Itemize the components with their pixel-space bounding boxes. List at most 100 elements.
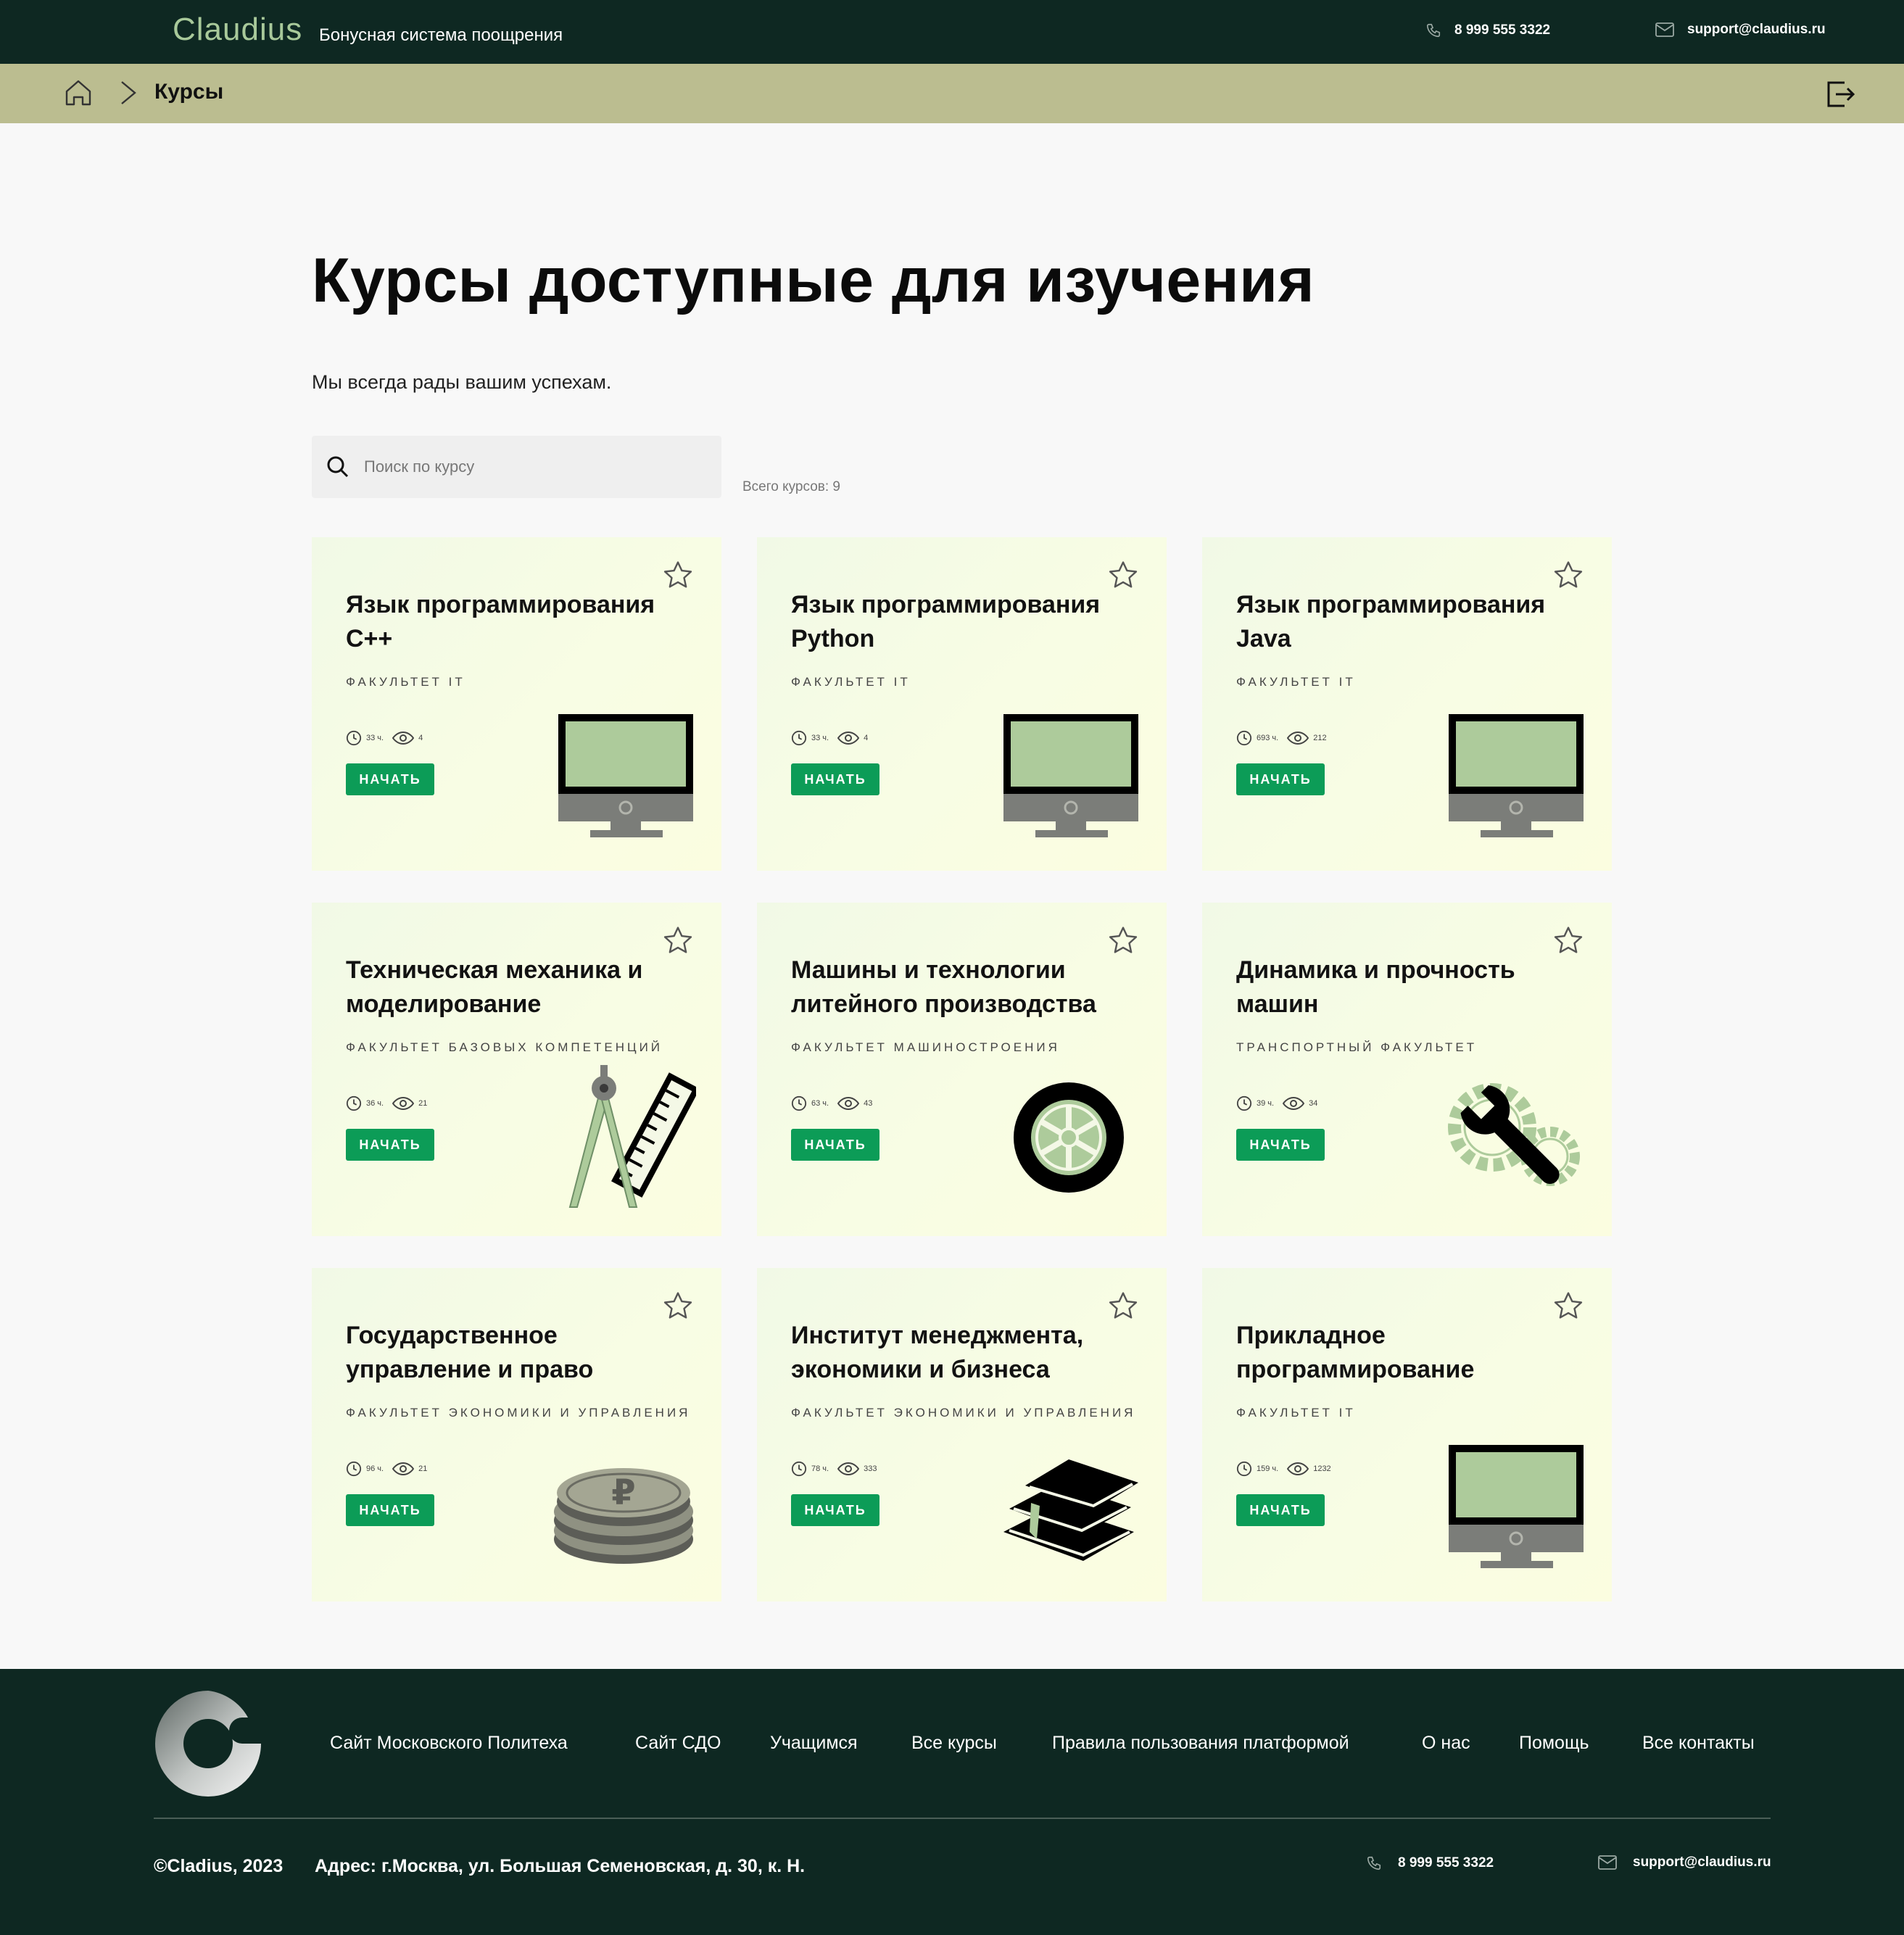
footer-phone[interactable]: 8 999 555 3322	[1366, 1855, 1494, 1872]
logout-icon[interactable]	[1826, 80, 1856, 109]
eye-icon	[1283, 1096, 1305, 1111]
footer-link-help[interactable]: Помощь	[1519, 1733, 1589, 1754]
star-icon[interactable]	[1108, 1291, 1138, 1320]
star-icon[interactable]	[1553, 1291, 1584, 1320]
course-title: Язык программирования Java	[1236, 591, 1546, 652]
star-icon[interactable]	[1108, 560, 1138, 589]
star-icon[interactable]	[1108, 926, 1138, 955]
footer-email-text: support@claudius.ru	[1633, 1855, 1771, 1870]
course-card[interactable]: Язык программирования Python Факультет I…	[757, 537, 1167, 871]
footer-link-contacts[interactable]: Все контакты	[1642, 1733, 1755, 1754]
chevron-right-icon	[121, 81, 136, 104]
footer-link-rules[interactable]: Правила пользования платформой	[1052, 1733, 1349, 1754]
course-card[interactable]: Машины и технологии литейного производст…	[757, 903, 1167, 1236]
course-views: 1232	[1313, 1464, 1331, 1473]
course-views: 34	[1309, 1099, 1318, 1108]
star-icon[interactable]	[663, 1291, 693, 1320]
course-hours: 63 ч.	[811, 1099, 829, 1108]
clock-icon	[791, 1461, 807, 1477]
course-faculty: Факультет экономики и управления	[791, 1406, 1136, 1420]
clock-icon	[1236, 1461, 1252, 1477]
star-icon[interactable]	[1553, 926, 1584, 955]
course-card[interactable]: Язык программирования С++ Факультет IT 3…	[312, 537, 721, 871]
course-hours: 693 ч.	[1257, 734, 1279, 742]
monitor-icon	[996, 700, 1141, 845]
course-faculty: Факультет IT	[1236, 675, 1356, 689]
footer: Сайт Московского Политеха Сайт СДО Учащи…	[0, 1669, 1904, 1935]
books-icon	[996, 1430, 1141, 1575]
search-input[interactable]	[364, 457, 705, 476]
monitor-icon	[1441, 1430, 1586, 1575]
footer-phone-text: 8 999 555 3322	[1398, 1855, 1494, 1870]
clock-icon	[791, 730, 807, 746]
course-views: 333	[864, 1464, 877, 1473]
eye-icon	[1287, 731, 1309, 745]
header-phone-text: 8 999 555 3322	[1454, 22, 1551, 38]
wheel-icon	[996, 1065, 1141, 1210]
eye-icon	[392, 1096, 415, 1111]
header-email-text: support@claudius.ru	[1687, 22, 1826, 37]
monitor-icon	[551, 700, 696, 845]
search-box[interactable]	[312, 436, 721, 498]
eye-icon	[392, 731, 415, 745]
start-course-button[interactable]: НАЧАТЬ	[346, 1494, 434, 1526]
start-course-button[interactable]: НАЧАТЬ	[791, 1129, 879, 1161]
course-card[interactable]: Государственное управление и право Факул…	[312, 1268, 721, 1602]
footer-link-sdo[interactable]: Сайт СДО	[635, 1733, 721, 1754]
footer-link-polytech[interactable]: Сайт Московского Политеха	[330, 1733, 568, 1754]
start-course-button[interactable]: НАЧАТЬ	[346, 763, 434, 795]
compass-ruler-icon	[551, 1065, 696, 1210]
header-email[interactable]: support@claudius.ru	[1655, 22, 1826, 38]
header-phone[interactable]: 8 999 555 3322	[1425, 22, 1550, 39]
phone-icon	[1367, 1856, 1381, 1870]
course-title: Машины и технологии литейного производст…	[791, 956, 1096, 1018]
course-hours: 33 ч.	[366, 734, 384, 742]
course-stats: 159 ч. 1232	[1236, 1461, 1331, 1477]
brand-tagline: Бонусная система поощрения	[319, 25, 563, 45]
course-title: Государственное управление и право	[346, 1322, 594, 1383]
footer-link-all-courses[interactable]: Все курсы	[911, 1733, 997, 1754]
course-card[interactable]: Институт менеджмента, экономики и бизнес…	[757, 1268, 1167, 1602]
course-stats: 36 ч. 21	[346, 1095, 427, 1111]
course-title: Техническая механика и моделирование	[346, 956, 643, 1018]
star-icon[interactable]	[1553, 560, 1584, 589]
footer-email[interactable]: support@claudius.ru	[1598, 1855, 1771, 1870]
course-faculty: Факультет экономики и управления	[346, 1406, 691, 1420]
course-hours: 39 ч.	[1257, 1099, 1275, 1108]
course-stats: 78 ч. 333	[791, 1461, 877, 1477]
breadcrumb: Курсы	[0, 64, 1904, 123]
course-card[interactable]: Динамика и прочность машин Транспортный …	[1202, 903, 1612, 1236]
start-course-button[interactable]: НАЧАТЬ	[791, 763, 879, 795]
home-icon[interactable]	[64, 78, 93, 107]
clock-icon	[1236, 730, 1252, 746]
brand-logo[interactable]: Claudius	[173, 12, 302, 48]
course-stats: 63 ч. 43	[791, 1095, 872, 1111]
page-title: Курсы доступные для изучения	[312, 246, 1315, 315]
course-faculty: Факультет IT	[1236, 1406, 1356, 1420]
course-stats: 39 ч. 34	[1236, 1095, 1317, 1111]
footer-link-about[interactable]: О нас	[1422, 1733, 1470, 1754]
course-card[interactable]: Техническая механика и моделирование Фак…	[312, 903, 721, 1236]
course-faculty: Факультет базовых компетенций	[346, 1040, 663, 1054]
star-icon[interactable]	[663, 926, 693, 955]
search-icon	[327, 456, 349, 478]
start-course-button[interactable]: НАЧАТЬ	[1236, 763, 1325, 795]
course-card[interactable]: Прикладное программирование Факультет IT…	[1202, 1268, 1612, 1602]
mail-icon	[1598, 1855, 1617, 1870]
start-course-button[interactable]: НАЧАТЬ	[346, 1129, 434, 1161]
course-faculty: Транспортный факультет	[1236, 1040, 1478, 1054]
start-course-button[interactable]: НАЧАТЬ	[1236, 1494, 1325, 1526]
eye-icon	[392, 1462, 415, 1476]
start-course-button[interactable]: НАЧАТЬ	[791, 1494, 879, 1526]
course-stats: 33 ч. 4	[791, 730, 868, 746]
course-title: Язык программирования С++	[346, 591, 655, 652]
eye-icon	[1287, 1462, 1309, 1476]
coins-icon	[551, 1430, 696, 1575]
start-course-button[interactable]: НАЧАТЬ	[1236, 1129, 1325, 1161]
eye-icon	[837, 1096, 860, 1111]
course-card[interactable]: Язык программирования Java Факультет IT …	[1202, 537, 1612, 871]
star-icon[interactable]	[663, 560, 693, 589]
course-views: 212	[1313, 734, 1327, 742]
footer-logo-icon[interactable]	[154, 1689, 262, 1798]
footer-link-students[interactable]: Учащимся	[770, 1733, 858, 1754]
